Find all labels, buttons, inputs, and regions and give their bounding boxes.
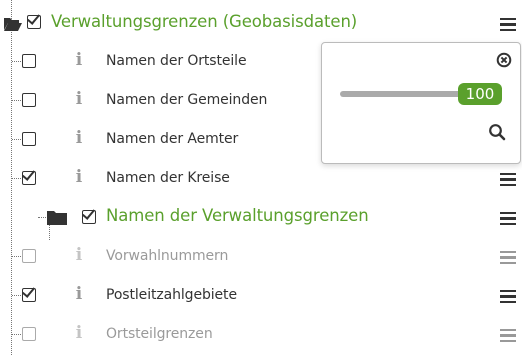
layer-checkbox[interactable]	[22, 93, 36, 107]
hamburger-menu-icon[interactable]	[500, 212, 516, 226]
info-icon[interactable]: i	[74, 128, 84, 148]
hamburger-menu-icon[interactable]	[500, 290, 516, 304]
layer-label: Namen der Gemeinden	[106, 92, 268, 108]
layer-options-popup: 100	[321, 42, 521, 164]
info-icon[interactable]: i	[74, 284, 84, 304]
layer-label: Postleitzahlgebiete	[106, 287, 237, 303]
hamburger-menu-icon[interactable]	[500, 173, 516, 187]
opacity-slider[interactable]	[340, 91, 462, 97]
layer-group-title[interactable]: Verwaltungsgrenzen (Geobasisdaten)	[51, 12, 357, 31]
layer-subgroup-row[interactable]: Namen der Verwaltungsgrenzen	[0, 203, 522, 231]
opacity-value-badge[interactable]: 100	[458, 83, 502, 105]
layer-subgroup-title[interactable]: Namen der Verwaltungsgrenzen	[106, 206, 369, 225]
layer-row-postleitzahlgebiete[interactable]: i Postleitzahlgebiete	[0, 281, 522, 309]
layer-subgroup-checkbox[interactable]	[82, 210, 96, 224]
layer-group-row[interactable]: Verwaltungsgrenzen (Geobasisdaten)	[0, 8, 522, 36]
info-icon[interactable]: i	[74, 50, 84, 70]
layer-checkbox[interactable]	[22, 249, 36, 263]
layer-label: Ortsteilgrenzen	[106, 326, 213, 342]
search-icon[interactable]	[488, 123, 506, 141]
layer-checkbox[interactable]	[22, 288, 36, 302]
info-icon[interactable]: i	[74, 323, 84, 343]
folder-closed-icon[interactable]	[46, 210, 68, 226]
layer-row-vorwahlnummern[interactable]: i Vorwahlnummern	[0, 242, 522, 270]
info-icon[interactable]: i	[74, 167, 84, 187]
layer-row-kreise[interactable]: i Namen der Kreise	[0, 164, 522, 192]
layer-checkbox[interactable]	[22, 171, 36, 185]
hamburger-menu-icon[interactable]	[500, 251, 516, 265]
layer-group-checkbox[interactable]	[27, 15, 41, 29]
info-icon[interactable]: i	[74, 245, 84, 265]
layer-label: Vorwahlnummern	[106, 248, 229, 264]
folder-open-icon[interactable]	[3, 16, 23, 32]
layer-checkbox[interactable]	[22, 54, 36, 68]
layer-label: Namen der Kreise	[106, 170, 230, 186]
layer-checkbox[interactable]	[22, 327, 36, 341]
layer-row-ortsteilgrenzen[interactable]: i Ortsteilgrenzen	[0, 320, 522, 348]
layer-tree: Verwaltungsgrenzen (Geobasisdaten) i Nam…	[0, 0, 522, 355]
close-circle-icon[interactable]	[496, 52, 512, 68]
layer-checkbox[interactable]	[22, 132, 36, 146]
info-icon[interactable]: i	[74, 89, 84, 109]
layer-label: Namen der Ortsteile	[106, 53, 247, 69]
hamburger-menu-icon[interactable]	[500, 18, 516, 32]
layer-label: Namen der Aemter	[106, 131, 239, 147]
hamburger-menu-icon[interactable]	[500, 329, 516, 343]
